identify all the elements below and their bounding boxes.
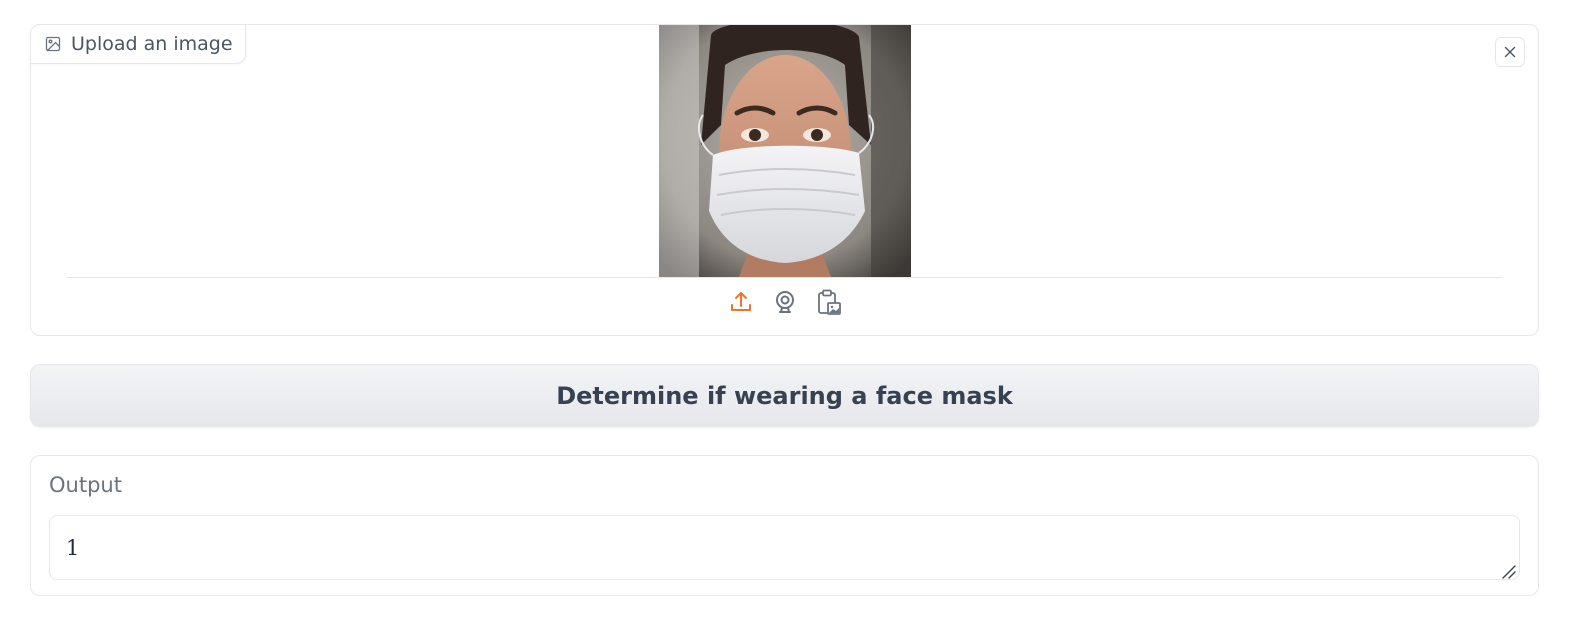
upload-image-label-text: Upload an image bbox=[71, 33, 233, 55]
clipboard-icon bbox=[817, 289, 841, 319]
output-textbox[interactable]: 1 bbox=[49, 515, 1520, 580]
image-input-panel: Upload an image bbox=[30, 24, 1539, 336]
image-source-toolbar bbox=[31, 289, 1538, 319]
resize-handle-icon[interactable] bbox=[1501, 561, 1517, 579]
close-icon bbox=[1504, 43, 1516, 62]
image-icon bbox=[45, 36, 61, 52]
output-label: Output bbox=[49, 473, 122, 497]
determine-mask-button[interactable]: Determine if wearing a face mask bbox=[30, 364, 1539, 427]
output-panel: Output 1 bbox=[30, 455, 1539, 596]
image-preview bbox=[659, 25, 911, 277]
clipboard-source-button[interactable] bbox=[816, 289, 842, 319]
upload-icon bbox=[729, 290, 753, 318]
upload-source-button[interactable] bbox=[728, 291, 754, 317]
preview-divider bbox=[67, 277, 1502, 278]
face-mask-photo bbox=[659, 25, 911, 277]
webcam-icon bbox=[773, 290, 797, 318]
upload-image-label: Upload an image bbox=[30, 24, 246, 64]
webcam-source-button[interactable] bbox=[772, 291, 798, 317]
output-value: 1 bbox=[66, 535, 80, 560]
clear-image-button[interactable] bbox=[1495, 37, 1525, 67]
